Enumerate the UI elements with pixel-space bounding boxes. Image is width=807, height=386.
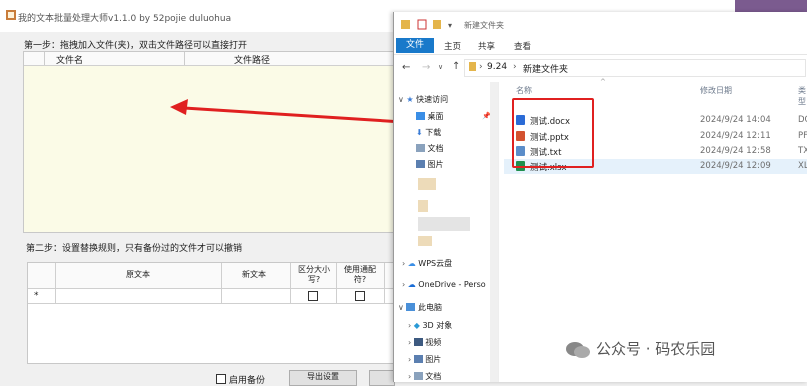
- column-case-sensitive[interactable]: 区分大小写?: [294, 265, 334, 285]
- nav-desktop[interactable]: 桌面: [416, 111, 444, 122]
- blurred-item: [418, 178, 436, 190]
- file-list-header: 文件名 文件路径: [24, 52, 396, 66]
- nav-documents-pc-label: 文档: [425, 372, 442, 381]
- nav-pictures[interactable]: 图片: [416, 159, 444, 170]
- step2-label: 第二步：设置替换规则，只有备份过的文件才可以撤销: [26, 244, 243, 254]
- computer-icon: [406, 303, 416, 311]
- column-headers: 名称 ^ 修改日期 类型: [504, 78, 807, 106]
- nav-wps[interactable]: › ☁ WPS云盘: [402, 258, 452, 269]
- tab-share[interactable]: 共享: [478, 40, 495, 52]
- nav-onedrive[interactable]: › ☁ OneDrive - Perso: [402, 280, 486, 289]
- cloud-icon: ☁: [407, 259, 416, 268]
- tab-file[interactable]: 文件: [396, 38, 434, 53]
- breadcrumb-separator-icon: ›: [479, 62, 483, 72]
- tab-view[interactable]: 查看: [514, 40, 531, 52]
- file-type: DO: [798, 115, 807, 125]
- nav-3d-objects[interactable]: › ◆ 3D 对象: [408, 320, 452, 331]
- column-name[interactable]: 名称: [516, 85, 532, 96]
- nav-documents-label: 文档: [427, 144, 444, 153]
- column-modified[interactable]: 修改日期: [700, 85, 732, 96]
- nav-this-pc[interactable]: ∨ 此电脑: [398, 302, 442, 313]
- documents-icon: [416, 144, 425, 152]
- nav-wps-label: WPS云盘: [418, 259, 453, 268]
- column-filename[interactable]: 文件名: [56, 53, 83, 66]
- folder-icon: [469, 62, 476, 71]
- nav-pictures-pc[interactable]: › 图片: [408, 354, 441, 365]
- case-sensitive-checkbox[interactable]: [308, 291, 318, 301]
- nav-downloads-label: 下载: [425, 128, 442, 137]
- quick-access-toolbar-icons[interactable]: ▾: [400, 19, 460, 31]
- file-date: 2024/9/24 14:04: [700, 115, 771, 125]
- svg-text:▾: ▾: [448, 21, 452, 30]
- address-box[interactable]: › 9.24 › 新建文件夹: [464, 59, 806, 77]
- nav-this-pc-label: 此电脑: [417, 303, 442, 312]
- next-button-partial[interactable]: [369, 370, 395, 386]
- explorer-title: 新建文件夹: [464, 21, 504, 30]
- onedrive-icon: ☁: [407, 280, 416, 289]
- sort-up-icon: ^: [600, 78, 606, 86]
- rules-table[interactable]: 原文本 新文本 区分大小写? 使用通配符? *: [27, 262, 401, 364]
- explorer-titlebar: ▾ 新建文件夹: [394, 12, 807, 36]
- cube-icon: ◆: [413, 321, 420, 330]
- file-date: 2024/9/24 12:58: [700, 146, 771, 156]
- navigation-pane: ∨ ★ 快速访问 桌面 ⬇ 下载 文档 图片 📌 › ☁ WPS云盘 › ☁ O: [394, 82, 499, 382]
- nav-quick-access[interactable]: ∨ ★ 快速访问: [398, 94, 448, 105]
- up-icon[interactable]: ↑: [452, 61, 460, 72]
- breadcrumb-separator-icon: ›: [513, 62, 517, 72]
- file-explorer-window: ▾ 新建文件夹 文件 主页 共享 查看 ← → ∨ ↑ › 9.24 › 新建文…: [393, 12, 807, 382]
- export-settings-button[interactable]: 导出设置: [289, 370, 357, 386]
- nav-pictures-pc-label: 图片: [425, 355, 442, 364]
- blurred-item: [418, 217, 470, 231]
- file-date: 2024/9/24 12:09: [700, 161, 771, 171]
- forward-icon[interactable]: →: [422, 62, 430, 73]
- nav-documents[interactable]: 文档: [416, 143, 444, 154]
- blurred-item: [418, 200, 428, 212]
- nav-pictures-label: 图片: [427, 160, 444, 169]
- nav-desktop-label: 桌面: [427, 112, 444, 121]
- nav-3d-objects-label: 3D 对象: [422, 321, 453, 330]
- file-type: TX: [798, 146, 807, 156]
- file-type: XL: [798, 161, 807, 171]
- column-original-text[interactable]: 原文本: [56, 270, 220, 280]
- column-filepath[interactable]: 文件路径: [234, 53, 270, 66]
- row-marker: *: [34, 291, 39, 301]
- recent-dropdown-icon[interactable]: ∨: [438, 63, 443, 71]
- nav-videos[interactable]: › 视频: [408, 337, 441, 348]
- app-title: 我的文本批量处理大师v1.1.0 by 52pojie duluohua: [18, 14, 232, 24]
- pictures-icon: [413, 355, 423, 363]
- tab-home[interactable]: 主页: [444, 40, 461, 52]
- pictures-icon: [416, 160, 425, 168]
- nav-quick-access-label: 快速访问: [416, 95, 449, 104]
- export-settings-label: 导出设置: [307, 372, 339, 381]
- wildcard-checkbox[interactable]: [355, 291, 365, 301]
- back-icon[interactable]: ←: [402, 62, 410, 73]
- download-icon: ⬇: [416, 128, 423, 137]
- blurred-item: [418, 236, 432, 246]
- wechat-icon: [566, 342, 590, 358]
- rules-header: 原文本 新文本 区分大小写? 使用通配符?: [28, 263, 400, 289]
- nav-documents-pc[interactable]: › 文档: [408, 371, 441, 382]
- breadcrumb-924[interactable]: 9.24: [487, 62, 507, 72]
- nav-scrollbar[interactable]: [490, 82, 498, 382]
- watermark-text: 公众号 · 码农乐园: [596, 340, 716, 358]
- file-date: 2024/9/24 12:11: [700, 131, 771, 141]
- desktop-icon: [416, 112, 425, 120]
- nav-downloads[interactable]: ⬇ 下载: [416, 127, 441, 138]
- selection-highlight-box: [512, 98, 594, 168]
- breadcrumb-new-folder[interactable]: 新建文件夹: [523, 62, 568, 75]
- column-new-text[interactable]: 新文本: [222, 270, 286, 280]
- nav-videos-label: 视频: [425, 338, 442, 347]
- file-type: PF: [798, 131, 807, 141]
- video-icon: [413, 338, 423, 346]
- nav-onedrive-label: OneDrive - Perso: [418, 280, 486, 289]
- app-icon: [6, 10, 16, 20]
- step1-label: 第一步：拖拽加入文件(夹)，双击文件路径可以直接打开: [24, 41, 248, 51]
- documents-icon: [413, 372, 423, 380]
- enable-backup-checkbox[interactable]: [216, 374, 226, 384]
- file-drop-list[interactable]: 文件名 文件路径: [23, 51, 397, 233]
- column-type[interactable]: 类型: [798, 85, 807, 107]
- column-wildcard[interactable]: 使用通配符?: [338, 265, 382, 285]
- rules-new-row[interactable]: *: [28, 289, 400, 304]
- enable-backup-label: 启用备份: [229, 376, 266, 386]
